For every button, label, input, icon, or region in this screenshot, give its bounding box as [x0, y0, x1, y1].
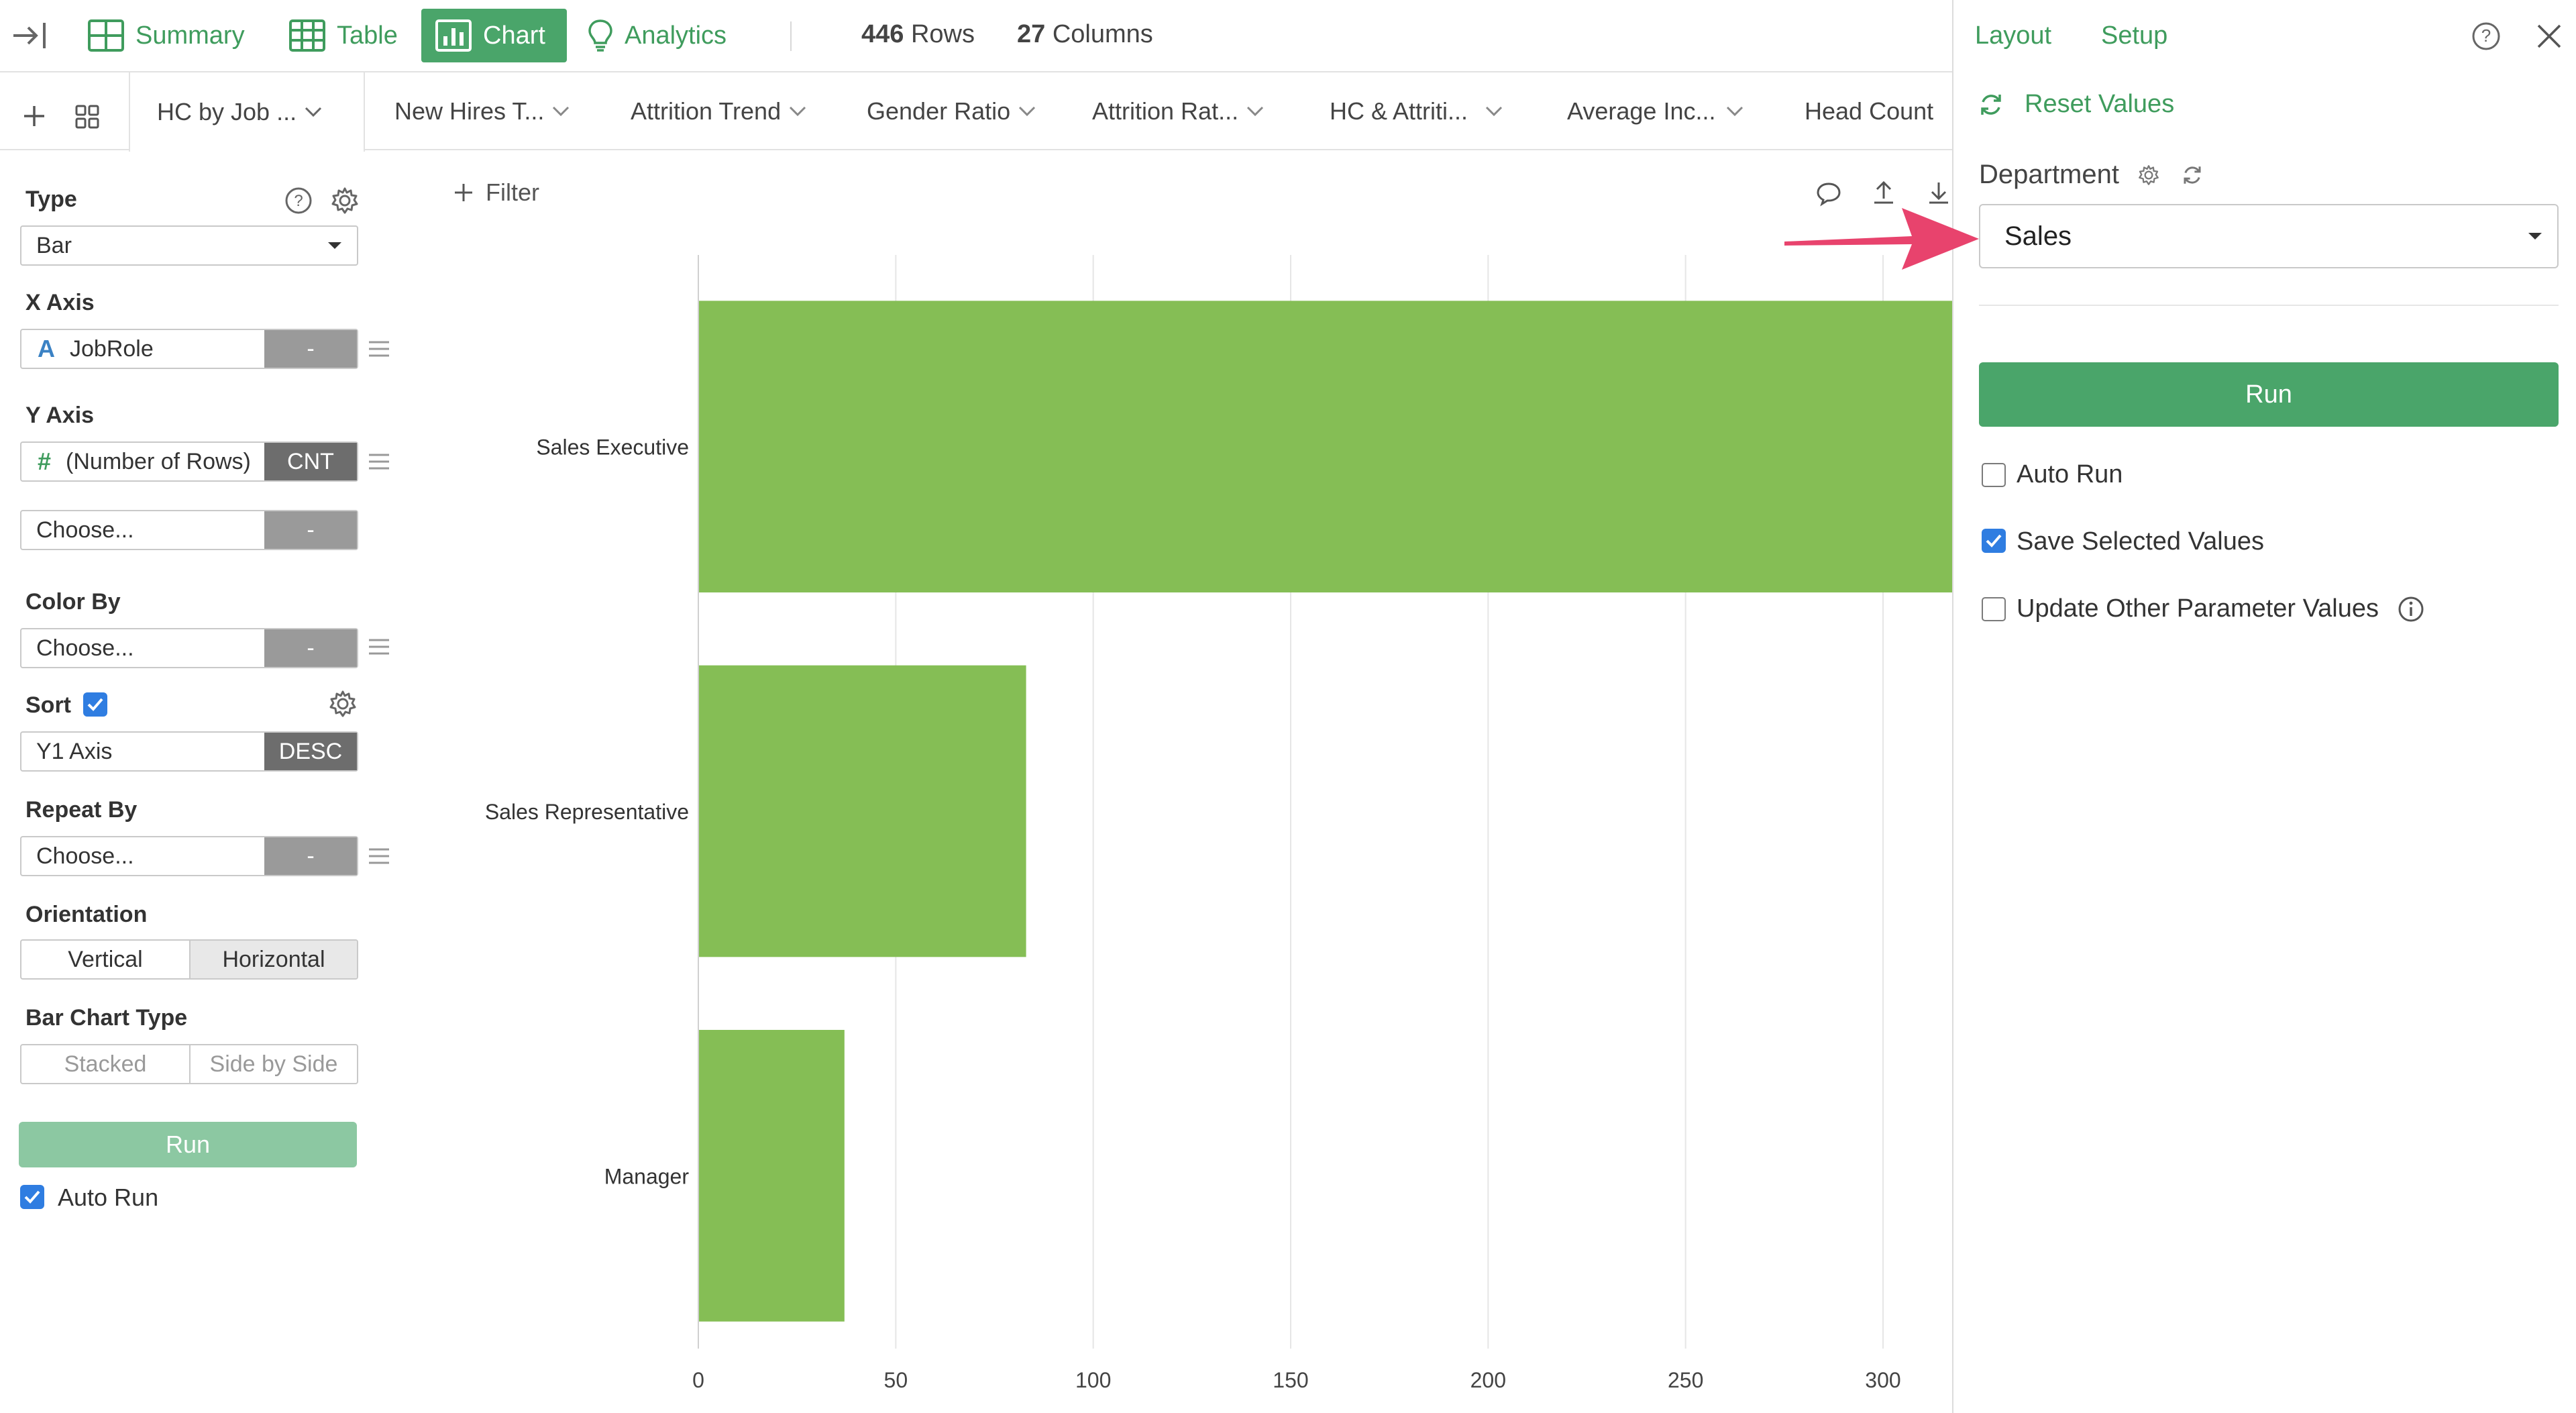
department-label: Department — [1979, 160, 2119, 189]
department-select[interactable]: Sales — [1979, 204, 2559, 268]
bar — [698, 1030, 845, 1322]
info-icon[interactable] — [2398, 596, 2424, 623]
category-label: Manager — [604, 1164, 690, 1188]
x-tick-label: 200 — [1470, 1368, 1506, 1392]
category-label: Sales Executive — [536, 435, 689, 460]
bar-chart: Sales Executive Sales Representative Manag… — [485, 255, 1952, 1392]
x-tick-label: 50 — [884, 1368, 908, 1392]
update-other-parameters-checkbox[interactable] — [1982, 597, 2006, 621]
setup-tab[interactable]: Setup — [2101, 21, 2167, 50]
parameter-refresh-icon[interactable] — [2181, 164, 2204, 187]
save-selected-values-label: Save Selected Values — [2017, 527, 2264, 556]
parameter-run-button[interactable]: Run — [1979, 362, 2559, 427]
department-parameter-header: Department — [1979, 160, 2204, 190]
dropdown-caret-icon — [2528, 233, 2542, 240]
update-other-parameters-label: Update Other Parameter Values — [2017, 594, 2379, 623]
reset-values-button[interactable]: Reset Values — [1978, 90, 2174, 119]
x-tick-label: 100 — [1075, 1368, 1111, 1392]
x-tick-label: 150 — [1273, 1368, 1308, 1392]
close-icon[interactable] — [2536, 23, 2563, 50]
parameter-run-label: Run — [2245, 380, 2292, 409]
parameter-gear-icon[interactable] — [2138, 164, 2159, 186]
x-tick-label: 0 — [692, 1368, 704, 1392]
auto-run-option-label: Auto Run — [2017, 460, 2123, 488]
layout-tab[interactable]: Layout — [1975, 21, 2051, 50]
svg-text:?: ? — [2481, 25, 2491, 46]
x-tick-label: 250 — [1668, 1368, 1703, 1392]
save-selected-values-checkbox[interactable] — [1982, 529, 2006, 553]
x-tick-label: 300 — [1865, 1368, 1900, 1392]
department-value: Sales — [2004, 221, 2072, 251]
refresh-icon — [1981, 94, 2001, 115]
bar — [698, 665, 1026, 957]
panel-divider — [1979, 305, 2559, 306]
help-icon[interactable]: ? — [2471, 21, 2501, 51]
update-other-parameters-row: Update Other Parameter Values — [2017, 594, 2424, 623]
annotation-arrow — [1784, 208, 1979, 270]
category-label: Sales Representative — [485, 800, 689, 824]
bar — [698, 301, 1952, 592]
auto-run-checkbox[interactable] — [1982, 463, 2006, 487]
reset-values-label: Reset Values — [2025, 90, 2175, 118]
